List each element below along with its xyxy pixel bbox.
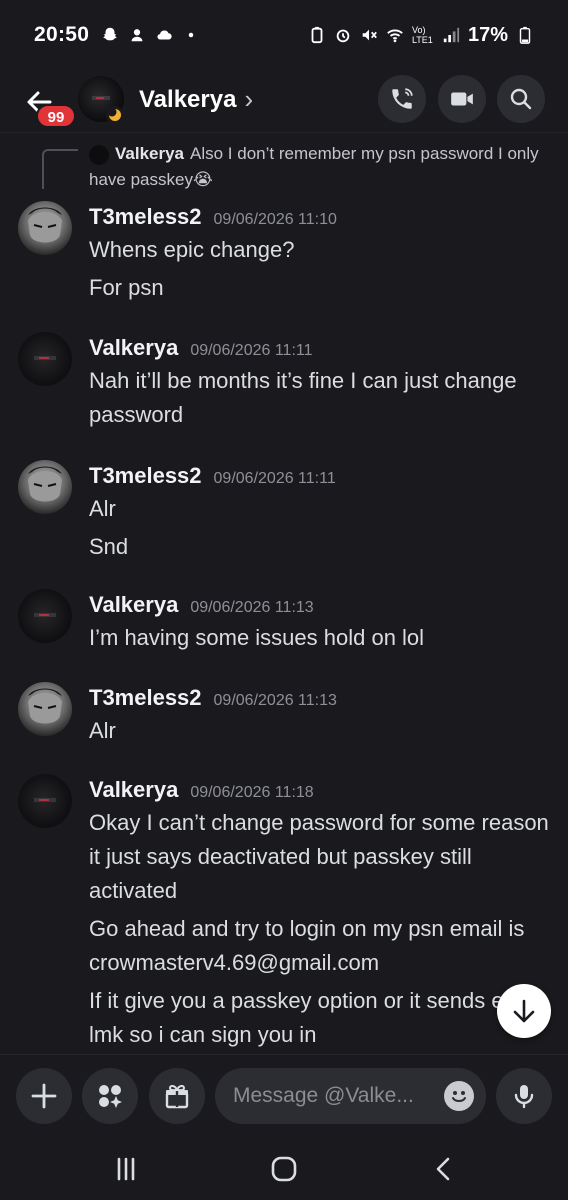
message-author[interactable]: T3meless2 xyxy=(89,463,202,489)
t3meless-avatar[interactable] xyxy=(18,682,72,736)
message-list[interactable]: Valkerya Also I don’t remember my psn pas… xyxy=(0,132,568,1054)
message-text[interactable]: Nah it’ll be months it’s fine I can just… xyxy=(89,364,555,432)
message-text[interactable]: Alr xyxy=(89,492,555,526)
message-text[interactable]: If it give you a passkey option or it se… xyxy=(89,984,555,1052)
system-back-button[interactable] xyxy=(424,1154,464,1184)
header-title[interactable]: Valkerya › xyxy=(139,84,253,115)
recent-apps-button[interactable] xyxy=(106,1154,146,1184)
message-author[interactable]: Valkerya xyxy=(89,777,178,803)
network-label: Vo) LTE1 xyxy=(411,25,433,45)
message-text[interactable]: Go ahead and try to login on my psn emai… xyxy=(89,912,555,980)
voice-call-button[interactable] xyxy=(378,75,426,123)
apps-button[interactable] xyxy=(82,1068,138,1124)
battery-percent: 17% xyxy=(467,23,508,46)
reply-preview[interactable]: Valkerya Also I don’t remember my psn pas… xyxy=(89,141,549,193)
recents-icon xyxy=(117,1157,135,1181)
message-text[interactable]: For psn xyxy=(89,271,555,305)
header-username: Valkerya xyxy=(139,85,237,113)
t3meless-avatar[interactable] xyxy=(18,201,72,255)
message-timestamp: 09/06/2026 11:18 xyxy=(190,784,314,801)
message-text[interactable]: Okay I can’t change password for some re… xyxy=(89,806,555,908)
message-author[interactable]: Valkerya xyxy=(89,335,178,361)
cloud-icon xyxy=(157,30,172,40)
unread-badge: 99 xyxy=(36,104,76,128)
chevron-left-icon xyxy=(436,1157,450,1181)
message-text[interactable]: Snd xyxy=(89,530,555,564)
signal-icon xyxy=(443,27,460,43)
gift-icon xyxy=(165,1084,189,1109)
valkerya-avatar[interactable] xyxy=(18,589,72,643)
chevron-right-icon: › xyxy=(244,84,254,114)
reply-connector xyxy=(42,149,78,189)
reply-avatar xyxy=(89,144,109,165)
message-author[interactable]: T3meless2 xyxy=(89,685,202,711)
add-attachment-button[interactable] xyxy=(16,1068,72,1124)
message-author[interactable]: T3meless2 xyxy=(89,204,202,230)
message-timestamp: 09/06/2026 11:13 xyxy=(213,692,337,709)
mute-icon xyxy=(362,29,377,41)
apps-icon xyxy=(99,1085,122,1108)
valkerya-avatar[interactable] xyxy=(18,774,72,828)
valkerya-avatar[interactable] xyxy=(18,332,72,386)
arrow-down-icon xyxy=(513,999,535,1023)
message-input-wrapper xyxy=(215,1068,486,1124)
jump-to-latest-button[interactable] xyxy=(497,984,551,1038)
battery-saver-icon xyxy=(311,26,323,44)
message-input[interactable] xyxy=(233,1084,433,1108)
message-timestamp: 09/06/2026 11:13 xyxy=(190,599,314,616)
video-camera-icon xyxy=(451,92,473,106)
search-icon xyxy=(510,88,532,110)
message-timestamp: 09/06/2026 11:11 xyxy=(213,470,336,487)
snapchat-icon xyxy=(103,27,117,41)
message-text[interactable]: I’m having some issues hold on lol xyxy=(89,621,555,655)
home-button[interactable] xyxy=(264,1154,304,1184)
gift-button[interactable] xyxy=(149,1068,205,1124)
message-composer xyxy=(0,1054,568,1136)
alarm-icon xyxy=(336,29,350,43)
message-timestamp: 09/06/2026 11:11 xyxy=(190,342,313,359)
plus-icon xyxy=(31,1083,57,1109)
idle-status-icon xyxy=(106,106,124,124)
reply-author: Valkerya xyxy=(115,144,185,163)
system-icons: Vo) LTE1 17% xyxy=(308,24,534,47)
home-icon xyxy=(271,1156,297,1182)
dm-header: Valkerya › xyxy=(0,70,568,132)
wifi-icon xyxy=(387,29,403,43)
notification-app-icon xyxy=(131,29,143,42)
microphone-icon xyxy=(514,1085,534,1109)
status-time: 20:50 xyxy=(34,23,90,46)
video-call-button[interactable] xyxy=(438,75,486,123)
voice-message-button[interactable] xyxy=(496,1068,552,1124)
message-text[interactable]: Whens epic change? xyxy=(89,233,555,267)
emoji-button[interactable] xyxy=(444,1081,474,1111)
status-bar: 20:50 Vo) LTE1 17% xyxy=(0,0,568,70)
message-timestamp: 09/06/2026 11:10 xyxy=(213,211,337,228)
message-author[interactable]: Valkerya xyxy=(89,592,178,618)
t3meless-avatar[interactable] xyxy=(18,460,72,514)
message-text[interactable]: Alr xyxy=(89,714,555,748)
battery-icon xyxy=(519,26,531,44)
search-button[interactable] xyxy=(497,75,545,123)
more-dot-icon xyxy=(188,32,194,38)
system-navigation-bar xyxy=(0,1136,568,1200)
smiley-icon xyxy=(452,1091,466,1102)
phone-icon xyxy=(392,88,413,109)
notification-icons xyxy=(101,26,200,44)
